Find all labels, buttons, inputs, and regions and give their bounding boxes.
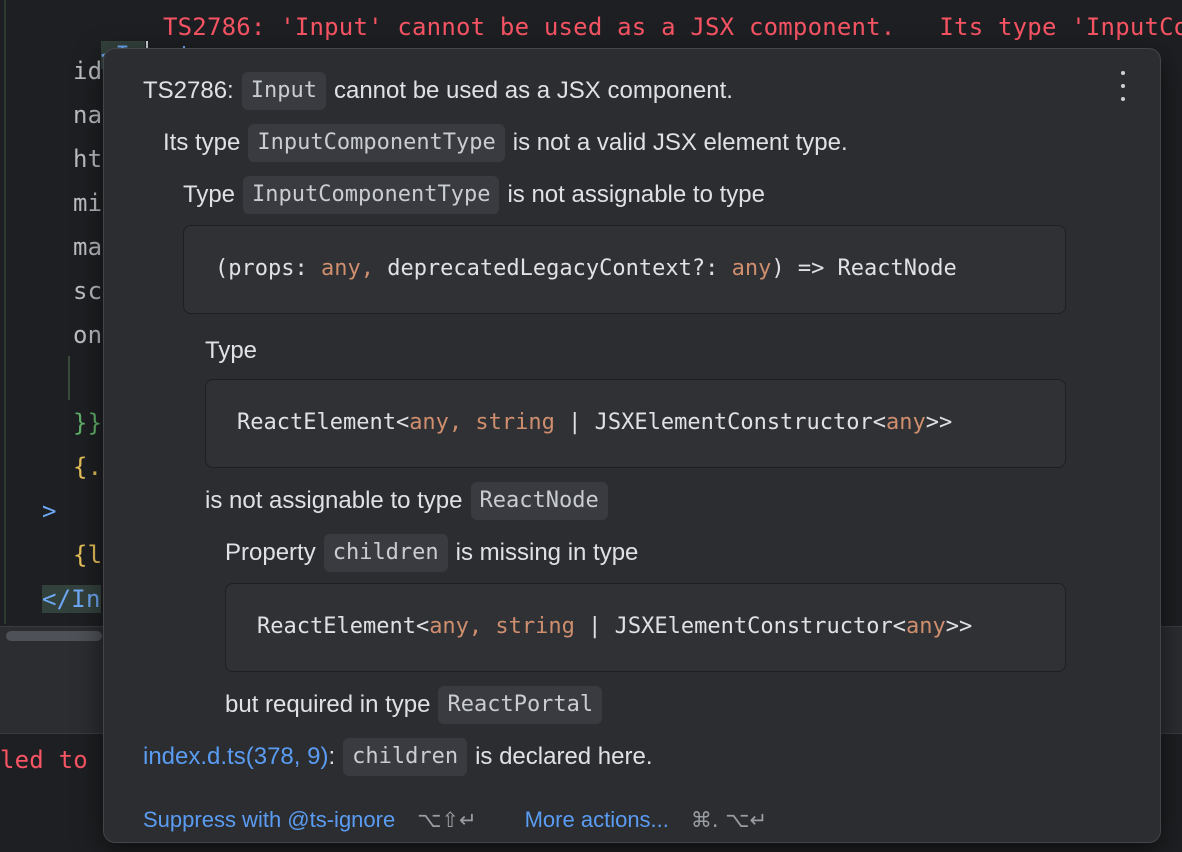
code-line-attr: ht [73, 145, 103, 173]
error-detail-line: is not assignable to type ReactNode [205, 482, 616, 520]
error-detail-line: Type InputComponentType is not assignabl… [183, 176, 765, 214]
error-detail-line: but required in type ReactPortal [225, 686, 610, 724]
indent-guide [4, 0, 6, 624]
inline-code-reactnode: ReactNode [470, 482, 608, 520]
inline-error-hint[interactable]: TS2786: 'Input' cannot be used as a JSX … [163, 13, 1182, 41]
code-line-tag-close: </In [42, 585, 101, 613]
inline-code-type: InputComponentType [243, 176, 500, 214]
type-signature-block: ReactElement<any, string | JSXElementCon… [225, 583, 1066, 672]
inline-code-type: InputComponentType [248, 124, 505, 162]
console-error-text: led to [0, 746, 88, 774]
more-actions-shortcut: ⌘. ⌥↵ [690, 808, 768, 832]
code-line-close-angle: > [42, 497, 57, 525]
code-line-attr: ma [73, 233, 103, 261]
code-line-children: {l [73, 541, 103, 569]
popup-footer: Suppress with @ts-ignore ⌥⇧↵ More action… [143, 807, 767, 833]
inline-code-reactportal: ReactPortal [438, 686, 603, 724]
error-message-line: TS2786: Input cannot be used as a JSX co… [143, 72, 733, 110]
type-signature-block: ReactElement<any, string | JSXElementCon… [205, 379, 1066, 468]
suppress-ts-ignore-button[interactable]: Suppress with @ts-ignore [143, 807, 395, 833]
more-options-icon[interactable] [1116, 71, 1130, 101]
code-line-attr: sc [73, 277, 103, 305]
indent-guide-inner [68, 356, 70, 400]
declaration-link[interactable]: index.d.ts(378, 9) [143, 740, 328, 774]
code-line-attr: na [73, 101, 103, 129]
error-tooltip-popup: TS2786: Input cannot be used as a JSX co… [103, 48, 1161, 843]
code-line-close-braces: }} [73, 409, 103, 437]
more-actions-button[interactable]: More actions... [525, 807, 669, 833]
code-line-attr: id [73, 57, 103, 85]
inline-code-children: children [323, 534, 448, 572]
inline-code-input: Input [241, 72, 326, 110]
scrollbar-thumb[interactable] [6, 631, 102, 641]
inline-code-children: children [343, 738, 468, 776]
declaration-line: index.d.ts(378, 9): children is declared… [143, 738, 653, 776]
error-code: TS2786: [143, 77, 234, 104]
code-line-attr: mi [73, 189, 103, 217]
error-detail-line: Type [205, 337, 258, 364]
error-detail-line: Property children is missing in type [225, 534, 638, 572]
suppress-shortcut: ⌥⇧↵ [417, 808, 477, 832]
code-line-spread: {. [73, 453, 103, 481]
error-detail-line: Its type InputComponentType is not a val… [163, 124, 848, 162]
code-line-attr: on [73, 321, 103, 349]
type-signature-block: (props: any, deprecatedLegacyContext?: a… [183, 225, 1066, 314]
